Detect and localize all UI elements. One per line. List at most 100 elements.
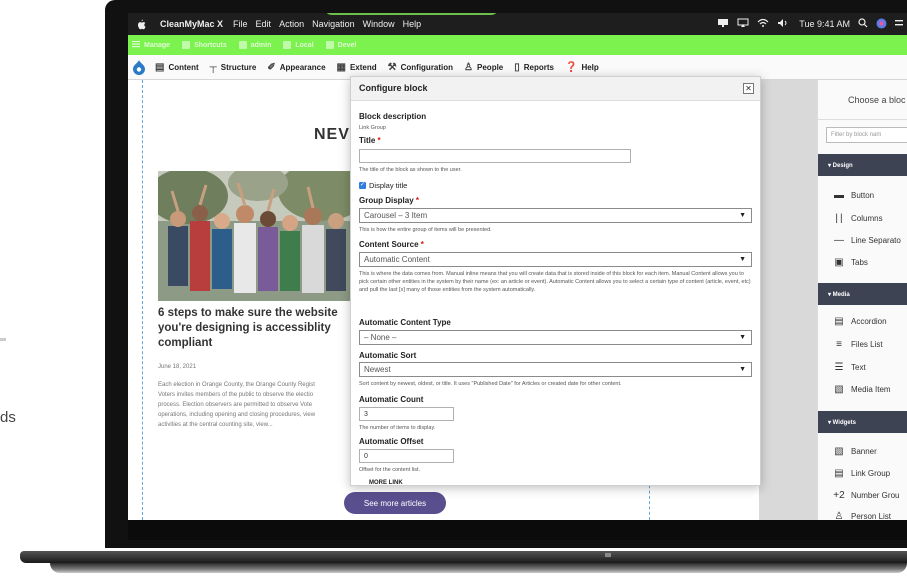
display-title-label: Display title xyxy=(369,181,408,190)
tray-item-structure[interactable]: ┬ Structure xyxy=(210,62,257,73)
block-item-banner[interactable]: ▧ Banner xyxy=(832,446,877,457)
laptop-base xyxy=(0,543,907,580)
content-source-select[interactable]: Automatic Content ▼ xyxy=(359,252,752,267)
laptop-chassis xyxy=(50,563,907,573)
dropdown-arrow-icon: ▼ xyxy=(739,366,746,373)
tray-item-label: People xyxy=(477,62,504,72)
mac-menu-edit[interactable]: Edit xyxy=(256,19,272,29)
block-filter-input[interactable]: Filter by block nam xyxy=(826,127,907,143)
content-type-select[interactable]: – None – ▼ xyxy=(359,330,752,345)
tray-item-extend[interactable]: ▦ Extend xyxy=(337,62,377,73)
article-body: Each election in Orange County, the Oran… xyxy=(158,380,354,430)
block-item-person-list[interactable]: ♙ Person List xyxy=(832,511,892,520)
list-icon: ≡ xyxy=(836,339,842,350)
mac-app-name[interactable]: CleanMyMac X xyxy=(160,19,223,29)
help-icon: ❓ xyxy=(565,61,578,73)
tray-item-label: Appearance xyxy=(279,62,326,72)
section-media[interactable]: ▾ Media xyxy=(818,283,907,305)
block-item-line-separator[interactable]: — Line Separato xyxy=(832,235,901,246)
admin-toolbar-label: admin xyxy=(250,41,272,49)
tray-item-label: Reports xyxy=(523,62,554,72)
mac-menu-file[interactable]: File xyxy=(233,19,248,29)
block-item-label: Text xyxy=(851,363,866,372)
block-item-files-list[interactable]: ≡ Files List xyxy=(832,339,882,350)
laptop-hinge xyxy=(20,551,907,563)
article-body-line: Voters invites members of the public to … xyxy=(158,392,314,398)
required-marker: * xyxy=(415,196,420,205)
admin-toolbar-user[interactable]: admin xyxy=(238,41,272,49)
tray-item-appearance[interactable]: ✐ Appearance xyxy=(267,62,325,73)
volume-icon[interactable] xyxy=(777,18,789,30)
title-input[interactable] xyxy=(359,149,631,163)
admin-toolbar-shortcuts[interactable]: Shortcuts xyxy=(182,41,227,49)
article-hero-image[interactable] xyxy=(158,171,354,301)
mac-menu-navigation[interactable]: Navigation xyxy=(312,19,355,29)
stage: ds CleanMyMac X File Edit Action Navigat… xyxy=(0,0,907,580)
block-item-label: Media Item xyxy=(851,385,891,394)
tray-item-content[interactable]: ▤ Content xyxy=(155,62,199,73)
block-item-columns[interactable]: | | Columns xyxy=(832,213,882,224)
control-center-icon[interactable] xyxy=(895,18,903,30)
group-display-help-text: This is how the entire group of items wi… xyxy=(359,227,492,233)
region-outline xyxy=(649,480,650,520)
admin-toolbar-label: Shortcuts xyxy=(194,41,227,49)
group-display-label-text: Group Display xyxy=(359,196,414,205)
admin-toolbar-label: Local xyxy=(295,41,314,49)
mac-menu-action[interactable]: Action xyxy=(279,19,304,29)
image-icon: ▧ xyxy=(834,384,844,395)
see-more-articles-button[interactable]: See more articles xyxy=(344,492,446,514)
tray-item-help[interactable]: ❓ Help xyxy=(565,62,599,73)
count-help-text: The number of items to display. xyxy=(359,425,436,431)
admin-toolbar-local[interactable]: Local xyxy=(283,41,314,49)
block-item-number-group[interactable]: +2 Number Grou xyxy=(832,490,899,501)
tray-item-people[interactable]: ♙ People xyxy=(464,62,503,73)
block-item-label: Number Grou xyxy=(851,491,900,500)
display-title-checkbox[interactable]: ✓ Display title xyxy=(359,181,407,190)
block-chooser-title: Choose a bloc xyxy=(818,80,907,120)
content-source-help-text: This is where the data comes from. Manua… xyxy=(359,271,751,293)
more-link-label: MORE LINK xyxy=(369,480,403,486)
text-lines-icon: ☰ xyxy=(834,362,844,373)
apple-logo-icon[interactable] xyxy=(136,19,150,30)
block-item-tabs[interactable]: ▣ Tabs xyxy=(832,257,868,268)
siri-icon[interactable] xyxy=(876,18,887,31)
block-item-label: Tabs xyxy=(851,258,868,267)
drupal-logo-icon[interactable] xyxy=(131,59,147,75)
article-title[interactable]: 6 steps to make sure the website you're … xyxy=(158,306,354,351)
block-item-label: Banner xyxy=(851,447,877,456)
airplay-icon[interactable] xyxy=(737,18,749,30)
required-marker: * xyxy=(377,136,381,145)
admin-toolbar-label: Manage xyxy=(144,41,171,49)
sort-label: Automatic Sort xyxy=(359,351,417,360)
tray-item-configuration[interactable]: ⚒ Configuration xyxy=(388,62,453,73)
sort-select[interactable]: Newest ▼ xyxy=(359,362,752,377)
block-item-text[interactable]: ☰ Text xyxy=(832,362,866,373)
close-icon[interactable]: ✕ xyxy=(743,83,754,94)
block-description-label: Block description xyxy=(359,112,427,121)
mac-menu-bar: CleanMyMac X File Edit Action Navigation… xyxy=(128,13,907,35)
tray-item-reports[interactable]: ▯ Reports xyxy=(514,62,554,73)
block-item-media-item[interactable]: ▧ Media Item xyxy=(832,384,891,395)
block-item-accordion[interactable]: ▤ Accordion xyxy=(832,316,886,327)
group-display-select[interactable]: Carousel – 3 Item ▼ xyxy=(359,208,752,223)
mac-menu-help[interactable]: Help xyxy=(403,19,422,29)
block-item-button[interactable]: ▬ Button xyxy=(832,190,874,201)
count-input[interactable]: 3 xyxy=(359,407,454,421)
section-design[interactable]: ▾ Design xyxy=(818,154,907,176)
link-group-icon: ▤ xyxy=(834,468,844,479)
wifi-icon[interactable] xyxy=(757,18,769,30)
display-icon[interactable] xyxy=(717,18,729,30)
section-widgets[interactable]: ▾ Widgets xyxy=(818,411,907,433)
spotlight-search-icon[interactable] xyxy=(858,18,868,30)
mac-menu-window[interactable]: Window xyxy=(363,19,395,29)
environment-icon xyxy=(283,41,292,49)
offset-label: Automatic Offset xyxy=(359,437,424,446)
button-block-icon: ▬ xyxy=(834,190,844,201)
block-description-value: Link Group xyxy=(359,125,386,131)
block-item-link-group[interactable]: ▤ Link Group xyxy=(832,468,890,479)
admin-toolbar-manage[interactable]: Manage xyxy=(132,40,170,50)
offset-input[interactable]: 0 xyxy=(359,449,454,463)
admin-toolbar-devel[interactable]: Devel xyxy=(325,41,356,49)
banner-icon: ▧ xyxy=(834,446,844,457)
menu-bar-clock[interactable]: Tue 9:41 AM xyxy=(799,19,850,29)
